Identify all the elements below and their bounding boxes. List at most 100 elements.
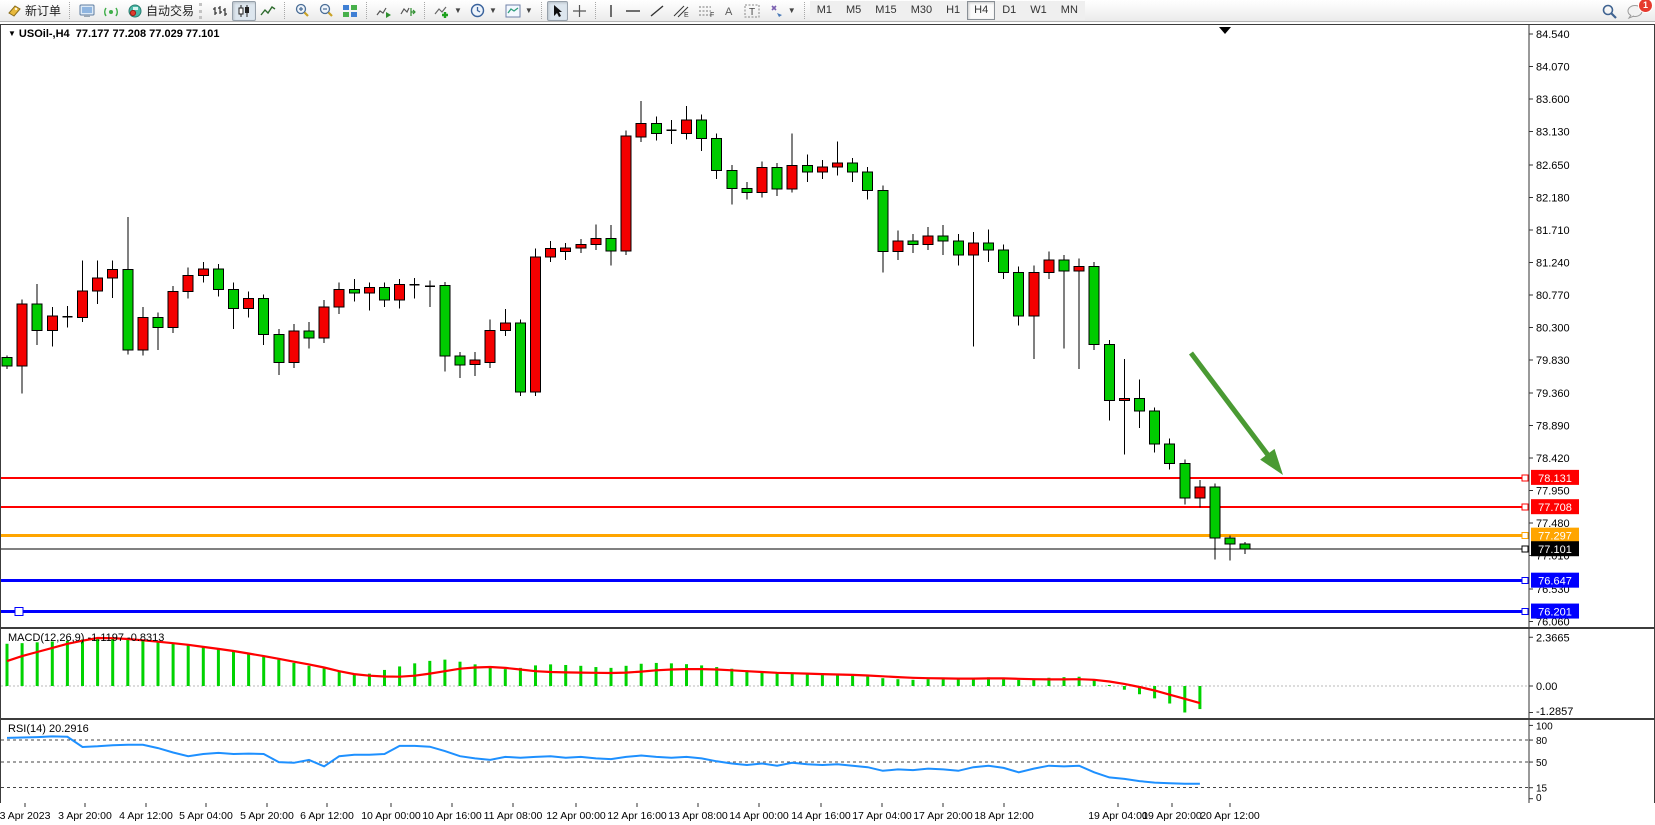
price-tick-label: 79.360 bbox=[1536, 388, 1570, 400]
periods-button[interactable]: ▼ bbox=[466, 1, 501, 21]
time-tick-label: 20 Apr 12:00 bbox=[1200, 810, 1260, 822]
trend-arrow-shaft[interactable] bbox=[1191, 353, 1271, 459]
text-label-button[interactable]: T bbox=[740, 1, 764, 21]
templates-button[interactable]: ▼ bbox=[501, 1, 537, 21]
candle bbox=[1135, 398, 1145, 410]
symbol-dropdown-icon[interactable]: ▼ bbox=[8, 29, 16, 38]
cursor-button[interactable] bbox=[547, 1, 568, 21]
line-anchor-marker bbox=[1522, 609, 1528, 615]
candle bbox=[1225, 538, 1235, 544]
timeframe-m30[interactable]: M30 bbox=[904, 1, 939, 20]
chat-button[interactable]: 1 bbox=[1622, 1, 1648, 21]
auto-scroll-button[interactable] bbox=[372, 1, 396, 21]
crosshair-button[interactable] bbox=[568, 1, 591, 21]
candle bbox=[455, 356, 465, 365]
indicators-button[interactable]: ▼ bbox=[430, 1, 466, 21]
macd-pane[interactable]: MACD(12,26,9) -1.1197 -0.8313 2.36650.00… bbox=[0, 628, 1655, 719]
candle bbox=[1104, 344, 1114, 400]
signal-icon bbox=[103, 4, 119, 18]
separator bbox=[541, 2, 543, 19]
candlestick-button[interactable] bbox=[232, 1, 256, 21]
zoom-out-button[interactable] bbox=[314, 1, 338, 21]
candle bbox=[848, 163, 858, 172]
tile-windows-icon bbox=[342, 4, 358, 18]
channel-icon: E bbox=[673, 4, 690, 18]
candle bbox=[999, 250, 1009, 272]
timeframe-m1[interactable]: M1 bbox=[810, 1, 839, 20]
zoom-in-button[interactable] bbox=[290, 1, 314, 21]
separator bbox=[804, 2, 806, 19]
macd-histogram-bar bbox=[776, 672, 779, 686]
timeframe-m15[interactable]: M15 bbox=[868, 1, 903, 20]
macd-histogram-bar bbox=[1108, 685, 1111, 686]
time-tick-label: 11 Apr 08:00 bbox=[484, 810, 543, 822]
candle bbox=[531, 257, 541, 392]
macd-histogram-bar bbox=[187, 644, 190, 686]
rsi-label: RSI(14) 20.2916 bbox=[8, 723, 89, 735]
price-tick-label: 84.540 bbox=[1536, 29, 1570, 41]
candle bbox=[1240, 544, 1250, 549]
auto-trading-button[interactable]: 自动交易 bbox=[123, 1, 198, 21]
candle bbox=[817, 167, 827, 172]
time-tick-label: 12 Apr 00:00 bbox=[546, 810, 606, 822]
toolbar: 新订单 自动交易 bbox=[0, 0, 1655, 22]
macd-histogram-bar bbox=[126, 640, 129, 686]
macd-scale-label: 0.00 bbox=[1536, 681, 1557, 693]
channel-button[interactable]: E bbox=[669, 1, 694, 21]
chart-shift-button[interactable] bbox=[396, 1, 420, 21]
rsi-scale-label: 0 bbox=[1536, 793, 1542, 803]
new-order-button[interactable]: 新订单 bbox=[3, 1, 65, 21]
macd-canvas[interactable]: 2.36650.00-1.2857 bbox=[1, 629, 1654, 718]
vertical-line-icon bbox=[605, 4, 617, 18]
chart-shift-marker[interactable] bbox=[1219, 27, 1231, 34]
fibonacci-button[interactable]: F bbox=[694, 1, 719, 21]
macd-scale-label: -1.2857 bbox=[1536, 706, 1573, 718]
chart-window-button[interactable] bbox=[75, 1, 99, 21]
time-tick-label: 5 Apr 04:00 bbox=[179, 810, 233, 822]
line-drag-handle[interactable] bbox=[15, 608, 23, 616]
macd-histogram-bar bbox=[96, 639, 99, 686]
text-button[interactable]: A bbox=[719, 1, 740, 21]
timeframe-h4[interactable]: H4 bbox=[967, 1, 995, 20]
price-tick-label: 84.070 bbox=[1536, 62, 1570, 74]
line-anchor-marker bbox=[1522, 504, 1528, 510]
candle bbox=[244, 299, 254, 309]
timeframe-d1[interactable]: D1 bbox=[995, 1, 1023, 20]
price-chart-canvas[interactable]: 84.54084.07083.60083.13082.65082.18081.7… bbox=[1, 25, 1654, 627]
macd-histogram-bar bbox=[564, 665, 567, 686]
rsi-canvas[interactable]: 1008050150 bbox=[1, 720, 1654, 803]
vertical-line-button[interactable] bbox=[601, 1, 621, 21]
timeframe-mn[interactable]: MN bbox=[1054, 1, 1085, 20]
timeframe-h1[interactable]: H1 bbox=[939, 1, 967, 20]
horizontal-line-button[interactable] bbox=[621, 1, 645, 21]
candle bbox=[515, 323, 525, 392]
timeframe-w1[interactable]: W1 bbox=[1023, 1, 1054, 20]
timeframe-m5[interactable]: M5 bbox=[839, 1, 868, 20]
macd-histogram-bar bbox=[896, 679, 899, 686]
time-axis[interactable]: 3 Apr 20233 Apr 20:004 Apr 12:005 Apr 04… bbox=[0, 803, 1655, 825]
fibonacci-icon: F bbox=[698, 4, 715, 18]
tile-windows-button[interactable] bbox=[338, 1, 362, 21]
rsi-pane[interactable]: RSI(14) 20.2916 1008050150 bbox=[0, 719, 1655, 804]
macd-histogram-bar bbox=[1093, 680, 1096, 686]
macd-histogram-bar bbox=[1153, 686, 1156, 698]
search-button[interactable] bbox=[1597, 1, 1622, 21]
signal-button[interactable] bbox=[99, 1, 123, 21]
candle bbox=[757, 168, 767, 193]
macd-histogram-bar bbox=[353, 674, 356, 686]
time-tick-label: 12 Apr 16:00 bbox=[607, 810, 667, 822]
arrows-button[interactable]: ▼ bbox=[764, 1, 800, 21]
line-chart-button[interactable] bbox=[256, 1, 280, 21]
candle bbox=[108, 269, 118, 277]
macd-histogram-bar bbox=[292, 663, 295, 686]
candle bbox=[1044, 260, 1054, 272]
trendline-button[interactable] bbox=[645, 1, 669, 21]
candle bbox=[229, 290, 239, 309]
price-pane[interactable]: ▼USOil-,H4 77.177 77.208 77.029 77.101 8… bbox=[0, 24, 1655, 628]
time-tick-label: 3 Apr 2023 bbox=[0, 810, 51, 822]
candle bbox=[1029, 272, 1039, 316]
bar-chart-button[interactable] bbox=[208, 1, 232, 21]
candle bbox=[576, 245, 586, 248]
candle bbox=[893, 241, 903, 251]
dropdown-arrow-icon: ▼ bbox=[454, 6, 462, 15]
